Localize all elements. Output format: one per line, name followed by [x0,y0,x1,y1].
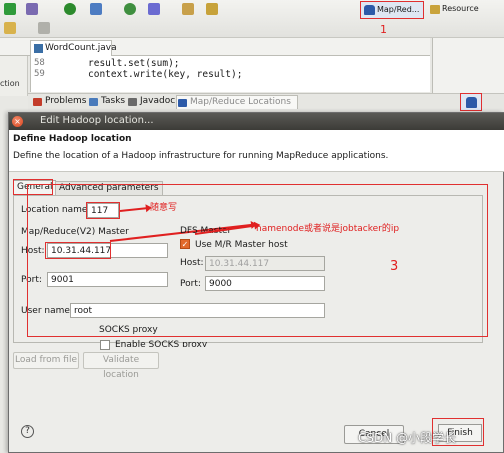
enable-socks-proxy-label: Enable SOCKS proxy [115,340,208,347]
editor-tab-label: WordCount.java [45,43,117,53]
new-java-project-icon[interactable] [90,3,102,15]
package-explorer-truncated-label: ction [0,79,20,88]
new-hadoop-location-button[interactable] [460,93,482,111]
close-icon[interactable]: × [12,116,23,127]
annotation-number-3: 3 [390,259,399,274]
play-icon[interactable] [64,3,76,15]
tab-problems-label: Problems [45,96,87,106]
load-from-file-button[interactable]: Load from file [13,352,79,369]
line-number: 58 [34,58,45,68]
hadoop-elephant-icon [364,5,375,15]
tab-problems[interactable]: Problems [32,95,86,109]
csdn-watermark: CSDN @小段学长 [358,431,457,445]
annotation-number-1: 1 [380,23,387,36]
search-icon[interactable] [182,3,194,15]
code-line: context.write(key, result); [88,69,243,80]
socks-proxy-group-label: SOCKS proxy [99,325,158,335]
problems-icon [33,98,42,106]
outline-panel [432,38,504,96]
dialog-title: Edit Hadoop location... [40,115,154,126]
perspective-mapreduce-label: Map/Red... [377,5,420,14]
hadoop-elephant-icon [178,99,187,107]
perspective-resource-label: Resource [442,4,479,13]
line-number: 59 [34,69,45,79]
perspective-resource-button[interactable]: Resource [428,1,504,19]
tab-tasks-label: Tasks [101,96,126,106]
new-class-icon[interactable] [124,3,136,15]
edit-icon[interactable] [206,3,218,15]
forward-icon[interactable] [38,22,50,34]
perspective-mapreduce-button[interactable]: Map/Red... [360,1,424,19]
enable-socks-proxy-checkbox[interactable] [100,340,110,350]
header-description: Define the location of a Hadoop infrastr… [13,151,389,161]
open-type-icon[interactable] [148,3,160,15]
run-icon[interactable] [4,3,16,15]
resource-folder-icon [430,5,440,14]
java-file-icon [34,44,43,53]
header-title: Define Hadoop location [13,134,132,144]
help-icon[interactable]: ? [21,425,34,438]
back-icon[interactable] [4,22,16,34]
tab-javadoc-label: Javadoc [140,96,176,106]
code-line: result.set(sum); [88,58,180,69]
javadoc-icon [128,98,137,106]
tab-mapreduce-locations[interactable]: Map/Reduce Locations [176,95,298,109]
debug-icon[interactable] [26,3,38,15]
validate-location-button[interactable]: Validate location [83,352,159,380]
tab-javadoc[interactable]: Javadoc [127,95,175,109]
annotation-box-general-settings [27,184,488,337]
tasks-icon [89,98,98,106]
editor-tab-wordcount[interactable]: WordCount.java [30,40,117,56]
package-explorer-strip [0,56,28,96]
tab-tasks[interactable]: Tasks [88,95,125,109]
tab-mapreduce-locations-label: Map/Reduce Locations [190,97,291,107]
hadoop-elephant-icon [466,97,477,108]
